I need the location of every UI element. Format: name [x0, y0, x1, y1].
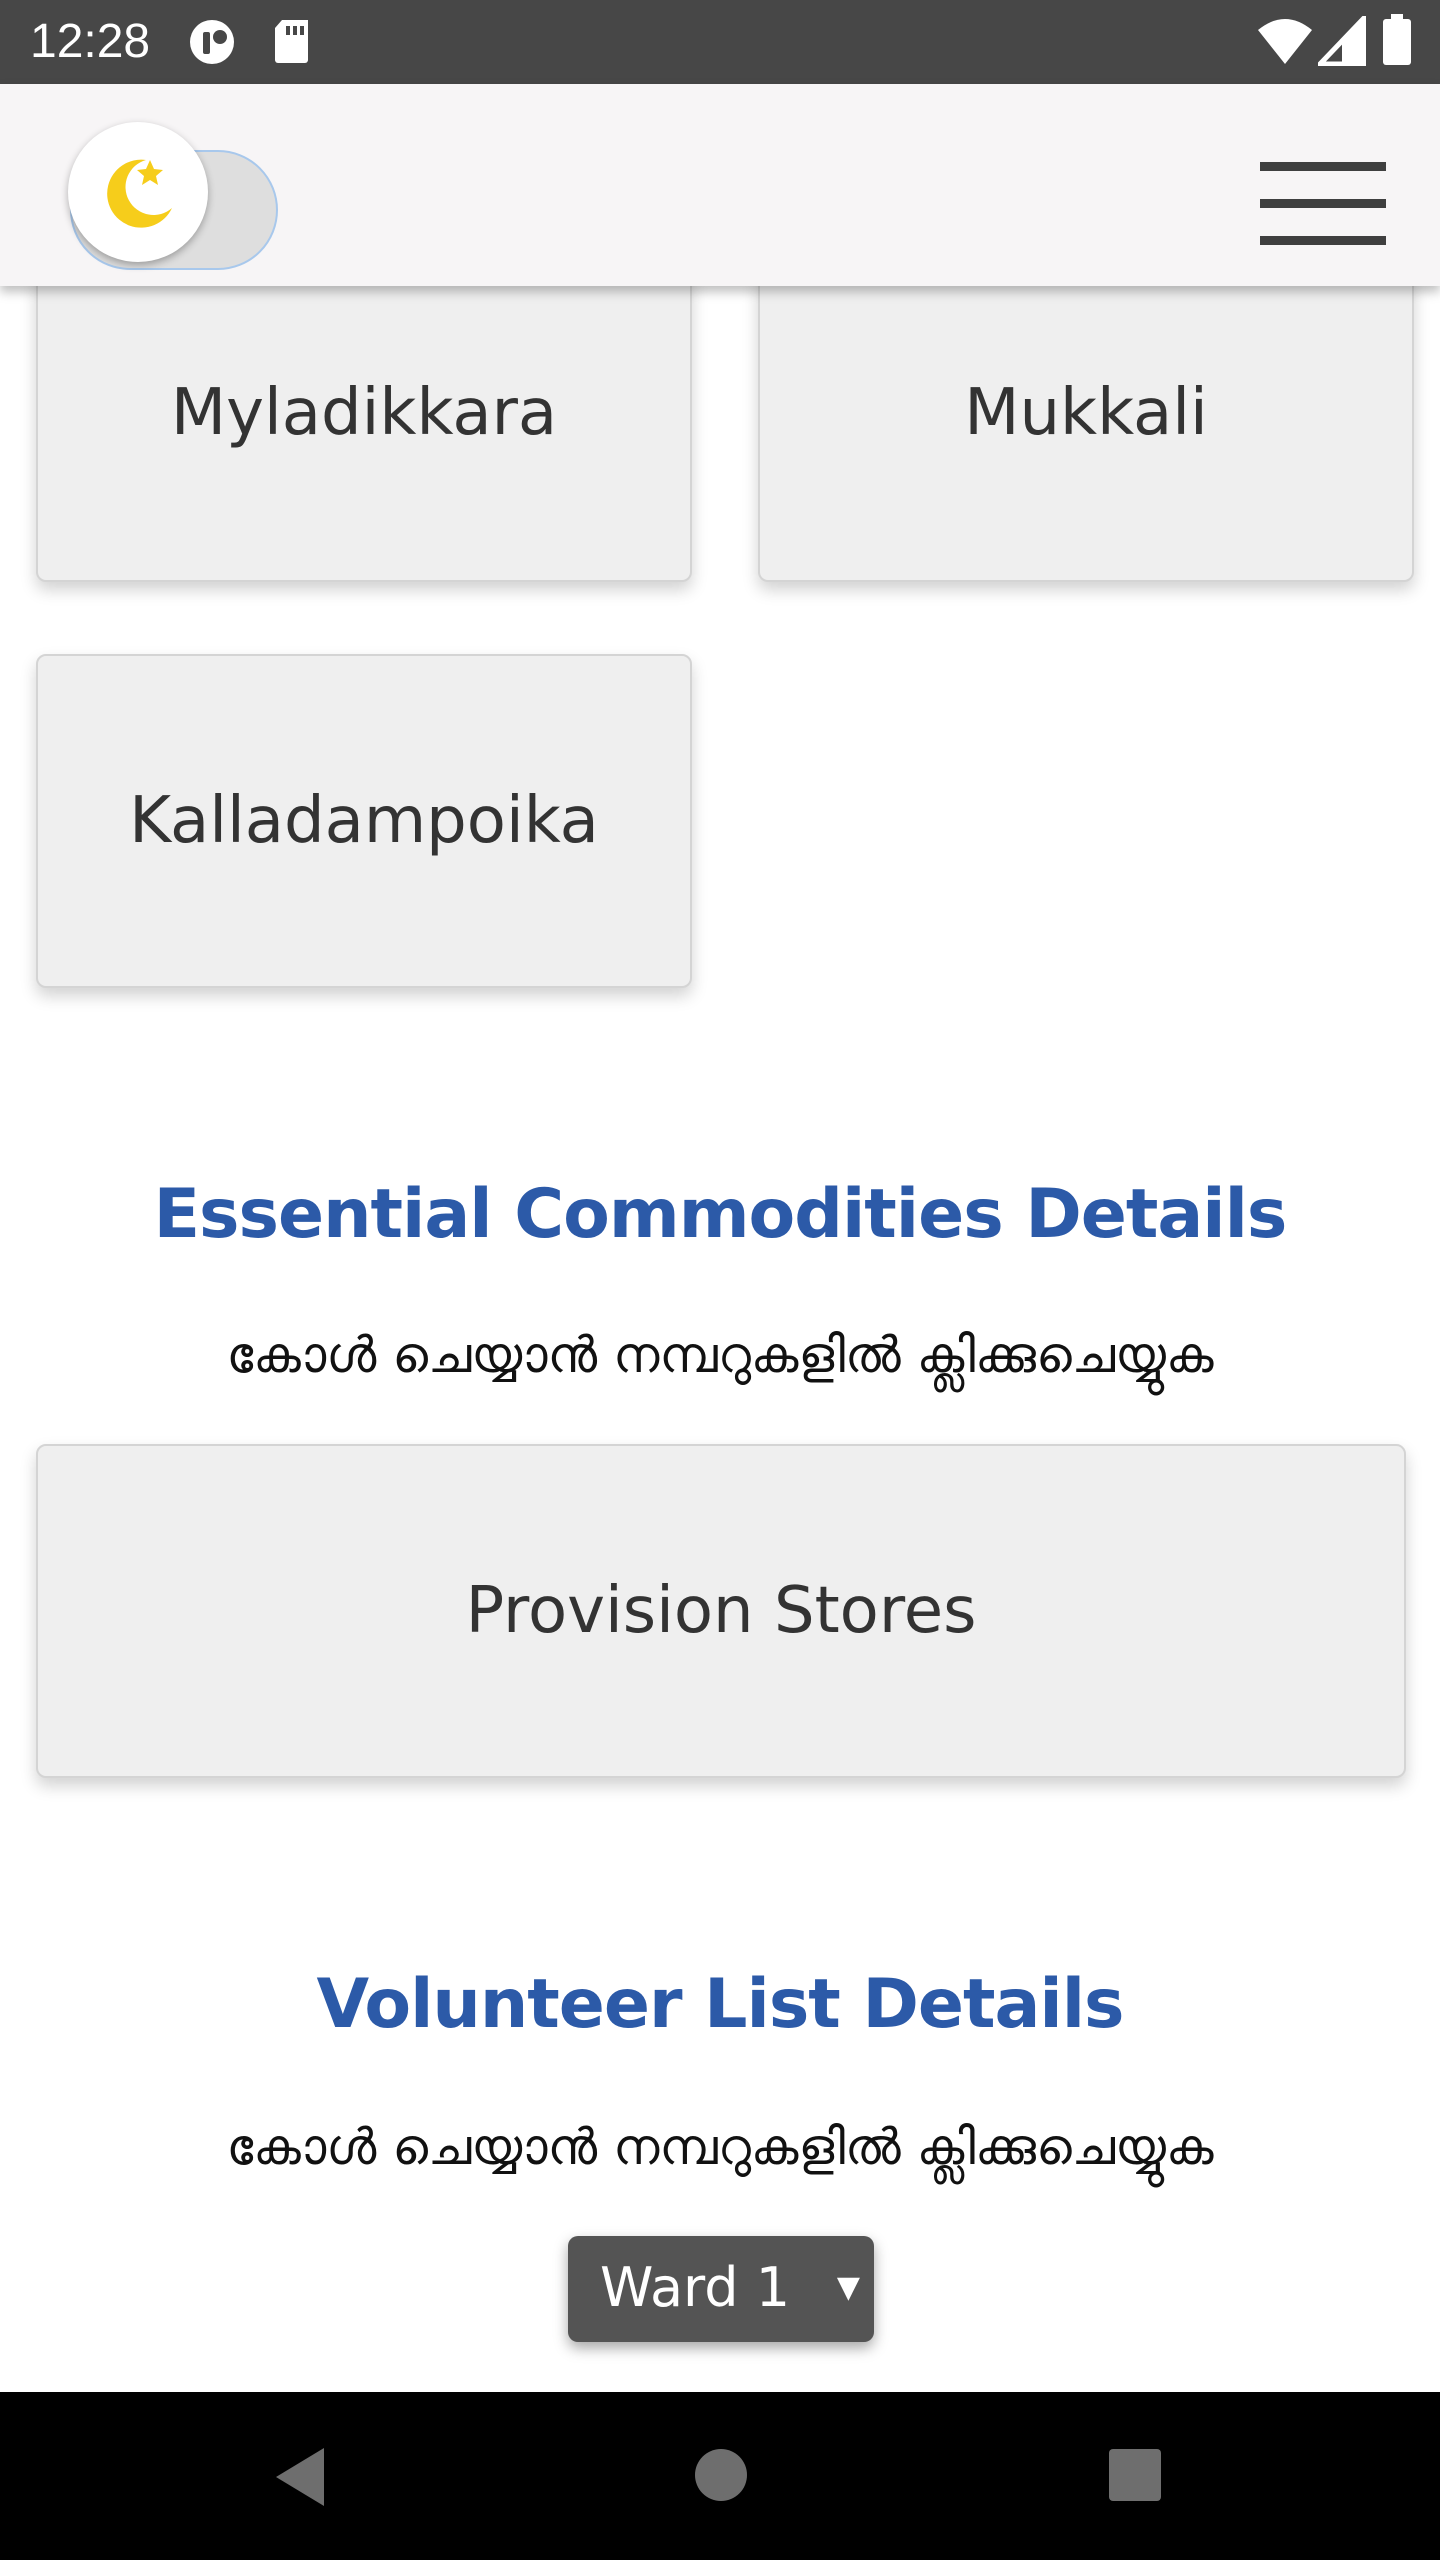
dark-mode-toggle[interactable]	[68, 122, 282, 270]
volunteer-list-title: Volunteer List Details	[316, 1965, 1124, 2044]
moon-star-icon	[92, 146, 184, 242]
wifi-icon	[1256, 16, 1314, 70]
app-bar	[0, 84, 1440, 286]
place-card-label: Kalladampoika	[129, 784, 599, 858]
notification-app-icon	[188, 18, 240, 70]
toggle-knob[interactable]	[68, 122, 208, 262]
status-bar: 12:28	[0, 0, 1440, 84]
essential-commodities-title: Essential Commodities Details	[153, 1175, 1288, 1254]
place-card-mukkali[interactable]: Mukkali	[758, 244, 1414, 582]
chevron-down-icon: ▼	[836, 2270, 860, 2305]
menu-line	[1260, 199, 1386, 208]
back-icon[interactable]	[272, 2446, 328, 2512]
place-card-label: Mukkali	[964, 376, 1208, 450]
place-card-kalladampoika[interactable]: Kalladampoika	[36, 654, 692, 988]
status-time: 12:28	[30, 15, 151, 68]
ward-select-value: Ward 1	[600, 2256, 791, 2319]
home-icon[interactable]	[694, 2448, 748, 2506]
recents-icon[interactable]	[1108, 2448, 1162, 2506]
essential-commodities-subtitle: കോൾ ചെയ്യാൻ നമ്പറുകളിൽ ക്ലിക്കുചെയ്യുക	[226, 1326, 1214, 1384]
signal-icon	[1314, 11, 1367, 70]
provision-stores-label: Provision Stores	[465, 1574, 977, 1648]
volunteer-list-subtitle: കോൾ ചെയ്യാൻ നമ്പറുകളിൽ ക്ലിക്കുചെയ്യുക	[226, 2118, 1214, 2176]
place-card-myladikkara[interactable]: Myladikkara	[36, 244, 692, 582]
provision-stores-card[interactable]: Provision Stores	[36, 1444, 1406, 1778]
hamburger-menu-icon[interactable]	[1252, 154, 1388, 254]
sd-card-icon	[272, 18, 312, 68]
battery-icon	[1382, 14, 1412, 70]
system-nav-bar	[0, 2392, 1440, 2560]
place-card-label: Myladikkara	[170, 376, 558, 450]
ward-select[interactable]: Ward 1 ▼	[568, 2236, 874, 2342]
menu-line	[1260, 236, 1386, 245]
menu-line	[1260, 162, 1386, 171]
